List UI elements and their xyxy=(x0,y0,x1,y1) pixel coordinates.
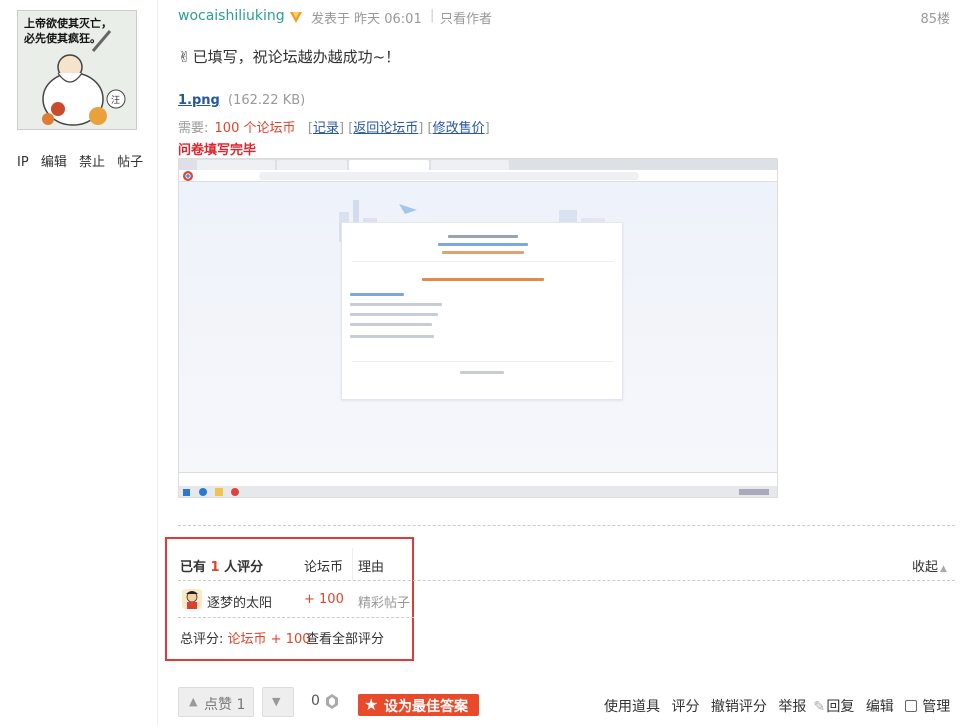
coin-count: 0 xyxy=(311,693,320,709)
attachment-link[interactable]: 1.png xyxy=(178,93,220,108)
report-link[interactable]: 举报 xyxy=(778,699,806,715)
star-icon: ★ xyxy=(364,695,379,714)
collapse-label: 收起 xyxy=(912,560,939,575)
rating-col-coin: 论坛币 xyxy=(304,560,344,575)
post-header: wocaishiliuking 发表于 昨天 06:01 | 只看作者 85楼 xyxy=(178,8,950,28)
survey-status: 问卷填写完毕 xyxy=(178,143,257,158)
svg-text:上帝欲使其灭亡，: 上帝欲使其灭亡， xyxy=(24,16,112,30)
reply-link[interactable]: 回复 xyxy=(826,699,854,715)
rater-avatar-image xyxy=(182,589,202,609)
revoke-rating-link[interactable]: 撤销评分 xyxy=(711,699,767,715)
cost-label: 需要: xyxy=(178,121,209,136)
like-button[interactable]: ▲ 点赞 1 xyxy=(178,687,254,717)
manage-label[interactable]: 管理 xyxy=(922,699,950,715)
browser-downloadbar xyxy=(179,472,777,486)
caret-up-icon: ▲ xyxy=(940,564,947,574)
ip-link[interactable]: IP xyxy=(17,155,29,170)
record-link[interactable]: 记录 xyxy=(313,121,339,136)
rating-header: 已有 1 人评分 xyxy=(180,556,263,575)
rating-header-suffix: 人评分 xyxy=(224,560,264,575)
survey-result-card xyxy=(341,222,623,400)
cost-value: 100 个论坛币 xyxy=(214,121,296,136)
attachment-cost-line: 需要: 100 个论坛币 [记录] [返回论坛币] [修改售价] xyxy=(178,121,490,136)
rating-total: 总评分: 论坛币 + 100 xyxy=(180,628,311,647)
post-actions: 使用道具 评分 撤销评分 举报 ✎回复 编辑 管理 xyxy=(604,696,957,716)
rater-reason: 精彩帖子 xyxy=(358,596,411,611)
vip-badge-icon xyxy=(290,12,302,23)
rating-count: 1 xyxy=(210,560,220,575)
svg-text:必先使其疯狂。: 必先使其疯狂。 xyxy=(23,31,101,45)
ban-link[interactable]: 禁止 xyxy=(79,155,105,170)
user-avatar[interactable]: 上帝欲使其灭亡， 必先使其疯狂。 汪 xyxy=(17,10,137,130)
edit-price-link[interactable]: 修改售价 xyxy=(433,121,485,136)
rater-name[interactable]: 逐梦的太阳 xyxy=(207,592,272,611)
only-author-link[interactable]: 只看作者 xyxy=(440,8,492,27)
header-separator: | xyxy=(430,8,435,23)
use-item-link[interactable]: 使用道具 xyxy=(604,699,660,715)
edit-user-link[interactable]: 编辑 xyxy=(41,155,67,170)
coin-icon[interactable] xyxy=(325,694,339,709)
posts-link[interactable]: 帖子 xyxy=(117,155,143,170)
rating-col-reason: 理由 xyxy=(358,560,385,575)
collapse-ratings-button[interactable]: 收起 ▲ xyxy=(912,556,947,575)
triangle-down-icon: ▼ xyxy=(272,695,281,708)
user-actions: IP 编辑 禁止 帖子 xyxy=(17,151,151,170)
back-to-coins-link[interactable]: 返回论坛币 xyxy=(353,121,418,136)
victory-hand-icon: ✌ xyxy=(178,48,191,66)
chrome-logo-icon xyxy=(183,171,193,181)
user-sidebar: 上帝欲使其灭亡， 必先使其疯狂。 汪 IP 编辑 禁止 帖子 xyxy=(0,0,158,725)
post-time: 发表于 昨天 06:01 xyxy=(311,12,422,27)
browser-tabbar xyxy=(179,159,777,170)
edit-post-link[interactable]: 编辑 xyxy=(866,699,894,715)
author-name[interactable]: wocaishiliuking xyxy=(178,8,285,24)
best-answer-button[interactable]: ★ 设为最佳答案 xyxy=(358,694,479,716)
browser-addressbar xyxy=(179,170,777,182)
post-message-text: 已填写，祝论坛越办越成功~！ xyxy=(192,48,401,66)
rating-col-divider xyxy=(352,548,353,580)
dislike-button[interactable]: ▼ xyxy=(262,687,294,717)
best-answer-label: 设为最佳答案 xyxy=(384,699,468,715)
survey-page xyxy=(179,182,777,472)
rater-avatar[interactable] xyxy=(182,589,202,609)
avatar-cartoon-image: 上帝欲使其灭亡， 必先使其疯狂。 汪 xyxy=(18,11,136,129)
windows-taskbar xyxy=(179,486,777,497)
triangle-up-icon: ▲ xyxy=(189,695,198,708)
svg-text:汪: 汪 xyxy=(111,95,120,106)
total-value: 论坛币 + 100 xyxy=(227,632,311,647)
rating-header-prefix: 已有 xyxy=(180,560,207,575)
view-all-ratings-link[interactable]: 查看全部评分 xyxy=(306,628,384,647)
content-divider xyxy=(178,525,955,526)
rating-divider xyxy=(178,580,955,581)
attachment-line: 1.png (162.22 KB) xyxy=(178,93,305,108)
like-label: 点赞 1 xyxy=(204,697,246,713)
attachment-size: (162.22 KB) xyxy=(228,93,306,108)
total-label: 总评分: xyxy=(180,632,224,647)
rating-divider-bottom xyxy=(178,617,414,618)
manage-checkbox[interactable] xyxy=(905,700,918,712)
floor-number[interactable]: 85楼 xyxy=(920,8,950,27)
pencil-icon: ✎ xyxy=(813,699,826,715)
attachment-image-preview[interactable] xyxy=(178,158,778,498)
post-message: ✌ 已填写，祝论坛越办越成功~！ xyxy=(178,46,400,67)
rater-coin: + 100 xyxy=(304,592,344,607)
rate-link[interactable]: 评分 xyxy=(671,699,699,715)
